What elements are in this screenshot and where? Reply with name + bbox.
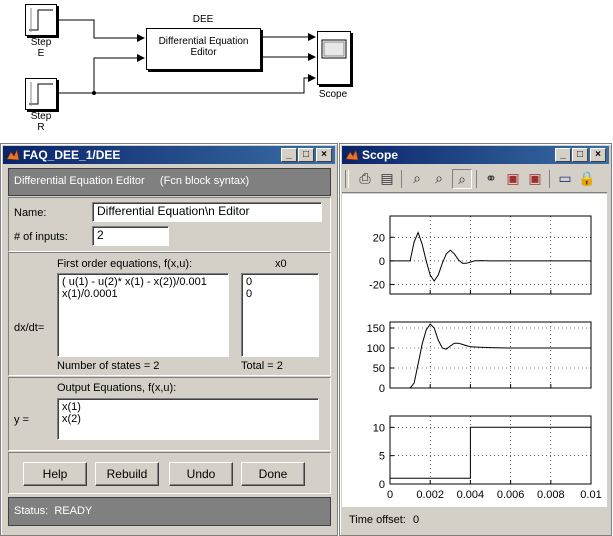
equations-panel: First order equations, f(x,u): x0 dx/dt=…	[8, 252, 331, 376]
params-icon[interactable]: ▤	[378, 169, 396, 187]
x-tick-label: 0	[387, 489, 393, 501]
simulink-diagram	[56, 19, 316, 95]
first-order-label: First order equations, f(x,u):	[57, 258, 193, 270]
close-button[interactable]: ×	[590, 148, 606, 162]
status-text: Status: READY	[14, 505, 93, 517]
y-tick-label: 50	[373, 363, 385, 375]
matlab-icon	[345, 149, 359, 161]
zoom-y-icon[interactable]: ⌕	[452, 169, 472, 189]
total-text: Total = 2	[241, 360, 283, 372]
step-icon	[29, 82, 53, 106]
close-button[interactable]: ×	[316, 148, 332, 162]
status-bar: Status: READY	[8, 497, 331, 526]
undo-button[interactable]: Undo	[169, 462, 233, 486]
y-tick-label: 0	[379, 256, 385, 268]
dee-header: Differential Equation Editor (Fcn block …	[8, 168, 331, 196]
save-axes-icon[interactable]: ▣	[504, 169, 522, 187]
maximize-button[interactable]: □	[572, 148, 588, 162]
signal-line[interactable]	[94, 74, 316, 94]
minimize-button[interactable]: _	[281, 148, 297, 162]
scope-titlebar[interactable]: Scope _ □ ×	[342, 146, 609, 164]
y-tick-label: 5	[379, 451, 385, 463]
window-title: Scope	[362, 148, 399, 162]
dee-block-title: DEE	[192, 14, 214, 25]
y-tick-label: 0	[379, 383, 385, 395]
dee-titlebar[interactable]: FAQ_DEE_1/DEE _ □ ×	[3, 146, 335, 164]
lock-icon[interactable]: 🔒	[578, 169, 592, 187]
name-panel: Name: Differential Equation\n Editor # o…	[8, 197, 331, 252]
name-label: Name:	[14, 207, 47, 219]
scope-plot-area: 20 0 -20 150 100 50 0 10 5 0 0 0.002 0.004 0.006 0.008…	[342, 194, 607, 507]
float-icon[interactable]: ▭	[556, 169, 574, 187]
dee-block-text: Differential Equation Editor	[158, 36, 249, 58]
inputs-field-value: 2	[97, 228, 104, 242]
x0-label: x0	[275, 258, 287, 270]
x-tick-label: 0.006	[497, 489, 525, 501]
x0-line: 0	[246, 288, 253, 300]
axes-frame	[389, 215, 592, 295]
step-icon	[29, 8, 53, 32]
y-tick-label: 0	[379, 479, 385, 491]
step-e-label: Step E	[30, 37, 52, 59]
matlab-icon	[6, 149, 20, 161]
y-tick-label: 150	[367, 323, 385, 335]
minimize-button[interactable]: _	[555, 148, 571, 162]
scope-block[interactable]	[317, 31, 351, 85]
output-panel: Output Equations, f(x,u): y = x(1) x(2)	[8, 377, 331, 451]
y-tick-label: 10	[373, 422, 385, 434]
name-field-value: Differential Equation\n Editor	[97, 204, 250, 218]
outputs-textarea[interactable]: x(1) x(2)	[57, 398, 319, 440]
equation-line: ( u(1) - u(2)* x(1) - x(2))/0.001	[62, 276, 207, 288]
output-line: x(2)	[62, 413, 81, 425]
output-line: x(1)	[62, 401, 81, 413]
inputs-label: # of inputs:	[14, 231, 68, 243]
scope-toolbar: ⎙ ▤ ⌕ ⌕ ⌕ ⚭ ▣ ▣ ▭ 🔒	[342, 166, 607, 193]
time-offset-label: Time offset:	[349, 514, 406, 526]
step-r-label: Step R	[30, 111, 52, 133]
binoculars-icon[interactable]: ⚭	[482, 169, 500, 187]
step-r-block[interactable]	[25, 78, 57, 110]
scope-window: Scope _ □ × ⎙ ▤ ⌕ ⌕ ⌕ ⚭ ▣ ▣ ▭ 🔒 20 0 -20 15…	[339, 143, 612, 536]
step-e-block[interactable]	[25, 4, 57, 36]
help-button[interactable]: Help	[23, 462, 87, 486]
name-field[interactable]: Differential Equation\n Editor	[92, 202, 322, 222]
y-tick-label: -20	[369, 280, 385, 292]
y-tick-label: 20	[373, 232, 385, 244]
y-label: y =	[14, 414, 29, 426]
print-icon[interactable]: ⎙	[356, 169, 374, 187]
dee-window: FAQ_DEE_1/DEE _ □ × Differential Equatio…	[0, 143, 338, 536]
maximize-button[interactable]: □	[298, 148, 314, 162]
dxdt-label: dx/dt=	[14, 322, 45, 334]
window-title: FAQ_DEE_1/DEE	[23, 148, 121, 162]
signal-line[interactable]	[56, 19, 145, 42]
output-label: Output Equations, f(x,u):	[57, 382, 177, 394]
num-states-text: Number of states = 2	[57, 360, 160, 372]
rebuild-button[interactable]: Rebuild	[95, 462, 159, 486]
scope-charts: 200-2015010050010500 0.002 0.004 0.006 0.008…	[367, 215, 602, 501]
y-tick-label: 100	[367, 343, 385, 355]
time-offset-value: 0	[413, 514, 420, 526]
dee-block[interactable]: Differential Equation Editor	[146, 28, 261, 70]
x-tick-label: 0.002	[416, 489, 444, 501]
zoom-x-icon[interactable]: ⌕	[430, 169, 448, 187]
buttons-panel: Help Rebuild Undo Done	[8, 452, 331, 494]
x0-line: 0	[246, 276, 253, 288]
x-tick-label: 0.01	[580, 489, 601, 501]
axes-frame	[389, 415, 592, 485]
x0-textarea[interactable]: 0 0	[241, 273, 319, 357]
done-button[interactable]: Done	[241, 462, 305, 486]
restore-axes-icon[interactable]: ▣	[526, 169, 544, 187]
x-tick-label: 0.004	[457, 489, 485, 501]
dee-header-text: Differential Equation Editor (Fcn block …	[14, 175, 250, 187]
equations-textarea[interactable]: ( u(1) - u(2)* x(1) - x(2))/0.001 x(1)/0…	[57, 273, 229, 357]
equation-line: x(1)/0.0001	[62, 288, 118, 300]
scope-label: Scope	[318, 89, 348, 100]
x-tick-label: 0.008	[537, 489, 565, 501]
scope-icon	[321, 39, 347, 59]
inputs-field[interactable]: 2	[92, 226, 169, 246]
signal-line[interactable]	[56, 54, 145, 94]
zoom-icon[interactable]: ⌕	[408, 169, 426, 187]
